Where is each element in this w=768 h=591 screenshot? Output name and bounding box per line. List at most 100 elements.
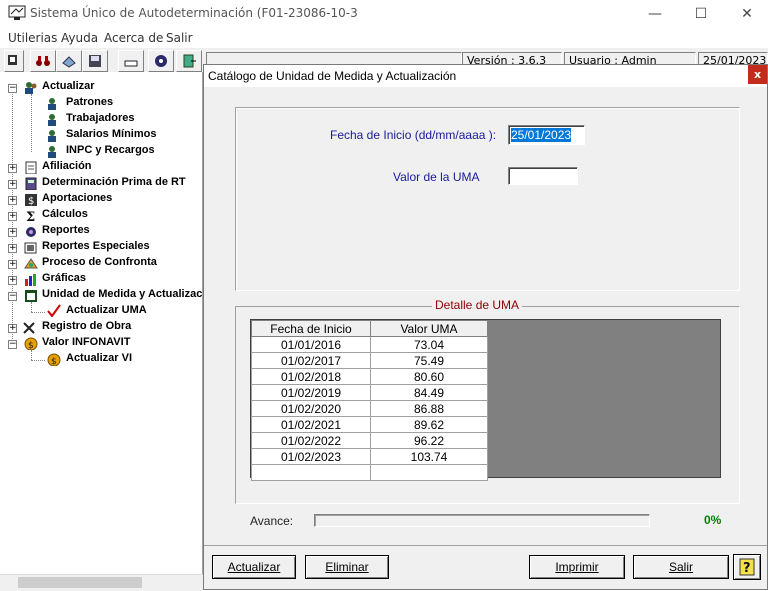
cell-valor[interactable] (370, 464, 488, 481)
table-row[interactable]: 01/02/2020 86.88 (251, 400, 488, 417)
minimize-button[interactable]: — (640, 4, 670, 24)
tree-item-calculos[interactable]: Cálculos (42, 208, 88, 220)
help-glyph: ? (743, 561, 751, 576)
toolbar-binoculars-button[interactable] (30, 50, 56, 72)
people-icon (48, 130, 56, 142)
cell-fecha[interactable] (251, 464, 371, 481)
menu-ayuda[interactable]: Ayuda (61, 31, 98, 45)
fecha-label: Fecha de Inicio (dd/mm/aaaa ): (330, 128, 497, 142)
table-row[interactable]: 01/01/2016 73.04 (251, 336, 488, 353)
tree-item-inpc[interactable]: INPC y Recargos (66, 144, 155, 156)
cell-fecha[interactable]: 01/02/2019 (251, 384, 371, 401)
app-icon (8, 5, 26, 20)
menu-salir[interactable]: Salir (166, 31, 193, 45)
cell-fecha[interactable]: 01/02/2017 (251, 352, 371, 369)
scrollbar-thumb[interactable] (18, 577, 142, 588)
uma-input[interactable] (508, 167, 578, 185)
maximize-button[interactable]: ☐ (686, 4, 716, 24)
table-row[interactable]: 01/02/2022 96.22 (251, 432, 488, 449)
tree-line (31, 312, 45, 313)
tree-item-confronta[interactable]: Proceso de Confronta (42, 256, 157, 268)
cell-valor[interactable]: 73.04 (370, 336, 488, 353)
tree-expand-toggle[interactable]: + (8, 228, 17, 237)
table-row[interactable]: 01/02/2017 75.49 (251, 352, 488, 369)
tree-line (31, 302, 32, 312)
tree-item-salarios-minimos[interactable]: Salarios Mínimos (66, 128, 156, 140)
tree-item-valor-infonavit[interactable]: Valor INFONAVIT (42, 336, 130, 348)
reports-icon (26, 227, 36, 237)
salir-button[interactable]: Salir (633, 555, 729, 579)
toolbar-minimize-button[interactable] (118, 50, 144, 72)
tree-expand-toggle[interactable]: + (8, 260, 17, 269)
confronta-icon (24, 258, 38, 269)
tree-item-reportes-especiales[interactable]: Reportes Especiales (42, 240, 150, 252)
tree-item-trabajadores[interactable]: Trabajadores (66, 112, 134, 124)
help-button[interactable]: ? (733, 554, 761, 580)
cell-valor[interactable]: 89.62 (370, 416, 488, 433)
tree-item-actualizar-uma[interactable]: Actualizar UMA (66, 304, 147, 316)
menu-acerca-de[interactable]: Acerca de (104, 31, 163, 45)
people-icon (25, 82, 37, 94)
imprimir-button[interactable]: Imprimir (529, 555, 625, 579)
navigation-tree: − Actualizar Patrones Trabajadores Salar… (0, 72, 203, 590)
tree-collapse-toggle[interactable]: − (8, 84, 17, 93)
cell-fecha[interactable]: 01/02/2022 (251, 432, 371, 449)
table-row[interactable]: 01/02/2019 84.49 (251, 384, 488, 401)
toolbar-save-button[interactable] (82, 50, 108, 72)
cell-fecha[interactable]: 01/01/2016 (251, 336, 371, 353)
cell-valor[interactable]: 96.22 (370, 432, 488, 449)
col-header-fecha[interactable]: Fecha de Inicio (251, 320, 371, 337)
tree-collapse-toggle[interactable]: − (8, 340, 17, 349)
coin-icon: $ (24, 337, 38, 350)
cell-valor[interactable]: 86.88 (370, 400, 488, 417)
table-row[interactable] (251, 464, 488, 481)
avance-progress-bar (314, 514, 650, 527)
menu-utilerias[interactable]: Utilerias (8, 31, 57, 45)
tree-item-graficas[interactable]: Gráficas (42, 272, 86, 284)
col-header-valor[interactable]: Valor UMA (370, 320, 488, 337)
cell-valor[interactable]: 84.49 (370, 384, 488, 401)
svg-text:$: $ (51, 357, 57, 366)
document-icon (25, 161, 37, 174)
table-row[interactable]: 01/02/2023 103.74 (251, 448, 488, 465)
special-reports-icon (24, 242, 37, 254)
cell-valor[interactable]: 75.49 (370, 352, 488, 369)
toolbar-tools-button[interactable] (148, 50, 174, 72)
window-close-button[interactable]: ✕ (732, 4, 762, 24)
dialog-close-button[interactable]: x (748, 65, 767, 84)
tree-item-aportaciones[interactable]: Aportaciones (42, 192, 112, 204)
cell-fecha[interactable]: 01/02/2021 (251, 416, 371, 433)
tree-expand-toggle[interactable]: + (8, 324, 17, 333)
cell-fecha[interactable]: 01/02/2018 (251, 368, 371, 385)
fecha-input[interactable]: 25/01/2023 (508, 125, 585, 145)
table-row[interactable]: 01/02/2021 89.62 (251, 416, 488, 433)
tree-expand-toggle[interactable]: + (8, 180, 17, 189)
tree-item-actualizar-vi[interactable]: Actualizar VI (66, 352, 132, 364)
table-row[interactable]: 01/02/2018 80.60 (251, 368, 488, 385)
eliminar-button[interactable]: Eliminar (305, 555, 389, 579)
tree-item-registro-obra[interactable]: Registro de Obra (42, 320, 131, 332)
cell-fecha[interactable]: 01/02/2020 (251, 400, 371, 417)
tree-item-afiliacion[interactable]: Afiliación (42, 160, 92, 172)
tree-item-actualizar[interactable]: Actualizar (42, 80, 95, 92)
tree-collapse-toggle[interactable]: − (8, 292, 17, 301)
tree-item-prima-rt[interactable]: Determinación Prima de RT (42, 176, 186, 188)
actualizar-button[interactable]: Actualizar (212, 555, 296, 579)
tree-horizontal-scrollbar[interactable] (0, 574, 203, 591)
cell-valor[interactable]: 80.60 (370, 368, 488, 385)
tree-item-patrones[interactable]: Patrones (66, 96, 113, 108)
tree-expand-toggle[interactable]: + (8, 196, 17, 205)
cell-fecha[interactable]: 01/02/2023 (251, 448, 371, 465)
cell-valor[interactable]: 103.74 (370, 448, 488, 465)
tree-expand-toggle[interactable]: + (8, 164, 17, 173)
tree-expand-toggle[interactable]: + (8, 212, 17, 221)
toolbar-network-button[interactable] (56, 50, 82, 72)
toolbar-exit-button[interactable] (176, 50, 202, 72)
tree-item-reportes[interactable]: Reportes (42, 224, 90, 236)
svg-text:$: $ (28, 341, 34, 350)
tree-item-uma[interactable]: Unidad de Medida y Actualizaci (42, 288, 202, 300)
tree-expand-toggle[interactable]: + (8, 244, 17, 253)
tree-expand-toggle[interactable]: + (8, 276, 17, 285)
bar-chart-icon (25, 274, 36, 286)
toolbar-search-button[interactable] (4, 50, 24, 72)
